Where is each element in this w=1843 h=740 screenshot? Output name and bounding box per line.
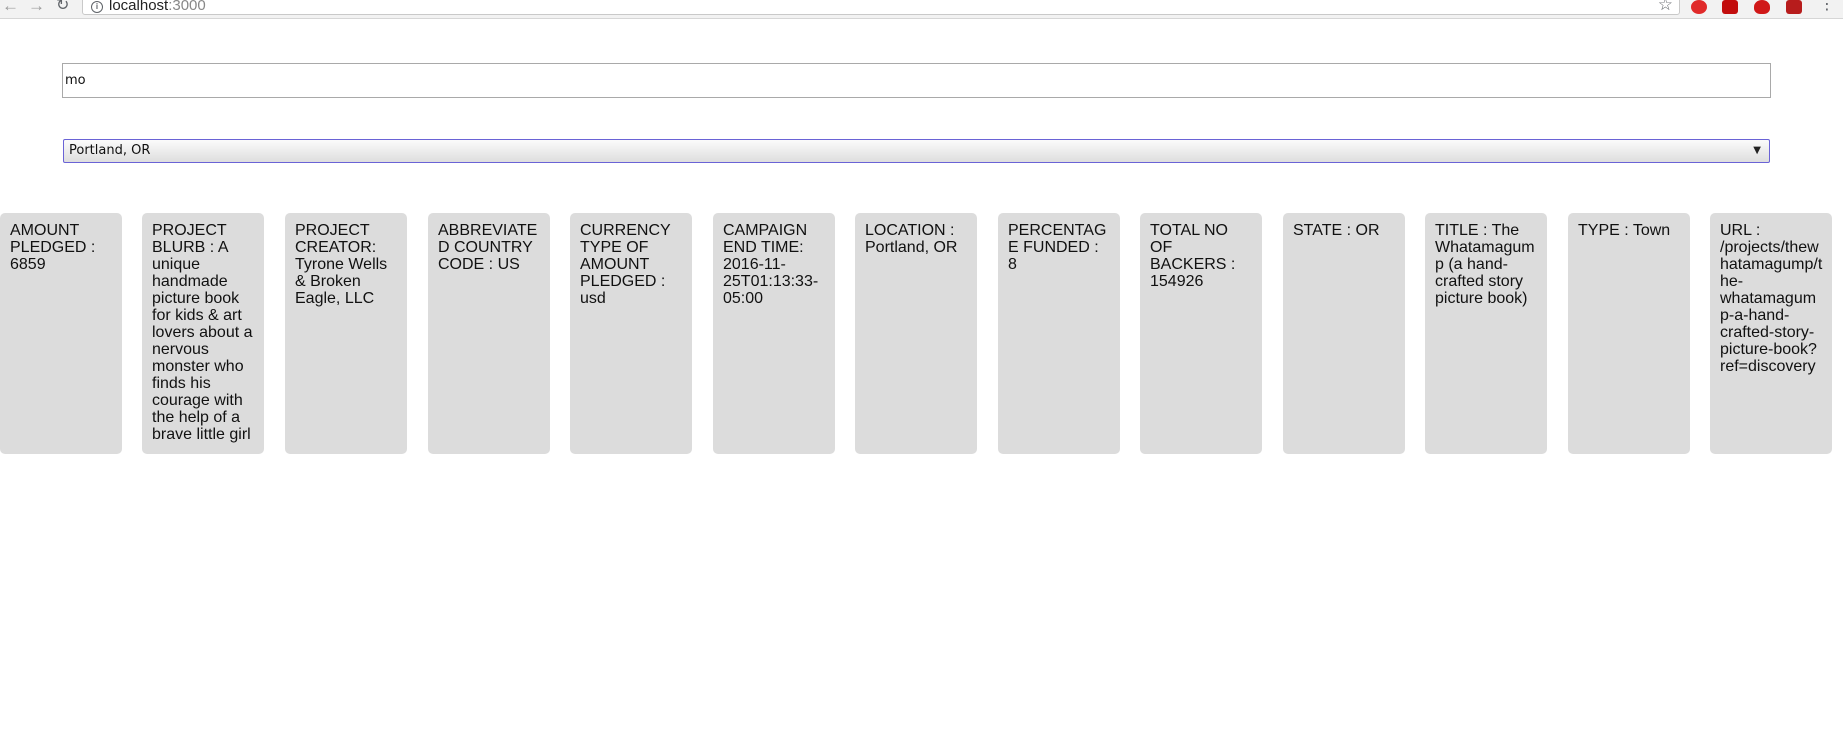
card-separator: : (656, 273, 666, 290)
card-percentage-funded: PERCENTAGE FUNDED : 8 (998, 213, 1120, 454)
browser-toolbar: ← → ↻ i localhost:3000 ☆ ⋮ (0, 0, 1843, 19)
card-total-backers: TOTAL NO OF BACKERS : 154926 (1140, 213, 1262, 454)
more-menu-icon[interactable]: ⋮ (1819, 0, 1835, 14)
card-url: URL : /projects/thewhatamagump/the-whata… (1710, 213, 1832, 454)
card-value: Tyrone Wells & Broken Eagle, LLC (295, 256, 388, 307)
card-type: TYPE : Town (1568, 213, 1690, 454)
card-campaign-end-time: CAMPAIGN END TIME: 2016-11-25T01:13:33-0… (713, 213, 835, 454)
url-host: localhost (109, 0, 169, 14)
card-label: URL (1720, 222, 1752, 239)
location-select-value: Portland, OR (69, 143, 151, 158)
chevron-down-icon: ▼ (1753, 145, 1761, 156)
card-separator: : (205, 239, 218, 256)
address-url: localhost:3000 (109, 0, 206, 13)
card-value: US (497, 256, 520, 273)
card-location: LOCATION : Portland, OR (855, 213, 977, 454)
url-port: :3000 (168, 0, 206, 14)
card-separator: : (1089, 239, 1099, 256)
card-amount-pledged: AMOUNT PLEDGED : 6859 (0, 213, 122, 454)
card-value: OR (1355, 222, 1380, 239)
card-value: usd (580, 290, 606, 307)
card-label: CAMPAIGN END TIME (723, 222, 808, 256)
card-project-creator: PROJECT CREATOR: Tyrone Wells & Broken E… (285, 213, 407, 454)
card-label: LOCATION (865, 222, 946, 239)
extension-icon[interactable] (1786, 0, 1802, 14)
card-value: /projects/thewhatamagump/the-whatamagump… (1720, 239, 1823, 375)
reload-icon[interactable]: ↻ (56, 0, 69, 15)
card-value: 8 (1008, 256, 1017, 273)
card-separator: : (86, 239, 96, 256)
card-separator: : (371, 239, 377, 256)
extension-icon[interactable] (1691, 0, 1707, 14)
card-separator: : (1342, 222, 1356, 239)
card-label: TOTAL NO OF BACKERS (1150, 222, 1228, 273)
card-value: A unique handmade picture book for kids … (152, 239, 253, 443)
location-select[interactable]: Portland, OR ▼ (63, 139, 1770, 163)
card-separator: : (484, 256, 498, 273)
card-value: 2016-11-25T01:13:33-05:00 (723, 256, 819, 307)
card-separator: : (1751, 222, 1761, 239)
card-separator: : (799, 239, 804, 256)
card-value: Portland, OR (865, 239, 958, 256)
card-label: AMOUNT PLEDGED (10, 222, 87, 256)
card-currency-type: CURRENCY TYPE OF AMOUNT PLEDGED : usd (570, 213, 692, 454)
card-value: Town (1632, 222, 1671, 239)
card-value: 6859 (10, 256, 46, 273)
card-separator: : (1619, 222, 1633, 239)
card-label: PROJECT CREATOR (295, 222, 372, 256)
address-bar[interactable]: i localhost:3000 ☆ (82, 0, 1680, 15)
forward-arrow-icon[interactable]: → (28, 0, 45, 15)
card-state: STATE : OR (1283, 213, 1405, 454)
card-label: STATE (1293, 222, 1343, 239)
search-input[interactable] (62, 63, 1771, 98)
card-label: TYPE (1578, 222, 1620, 239)
card-separator: : (1226, 256, 1236, 273)
card-separator: : (945, 222, 955, 239)
card-project-blurb: PROJECT BLURB : A unique handmade pictur… (142, 213, 264, 454)
project-details-cards: AMOUNT PLEDGED : 6859 PROJECT BLURB : A … (0, 213, 1843, 454)
back-arrow-icon[interactable]: ← (2, 0, 19, 15)
card-value: 154926 (1150, 273, 1204, 290)
card-title: TITLE : The Whatamagump (a hand-crafted … (1425, 213, 1547, 454)
card-separator: : (1478, 222, 1492, 239)
bookmark-star-icon[interactable]: ☆ (1658, 0, 1673, 15)
cors-extension-icon[interactable] (1722, 0, 1738, 14)
card-label: TITLE (1435, 222, 1479, 239)
info-icon[interactable]: i (91, 1, 103, 13)
card-country-code: ABBREVIATED COUNTRY CODE : US (428, 213, 550, 454)
extension-icon[interactable] (1754, 0, 1770, 14)
